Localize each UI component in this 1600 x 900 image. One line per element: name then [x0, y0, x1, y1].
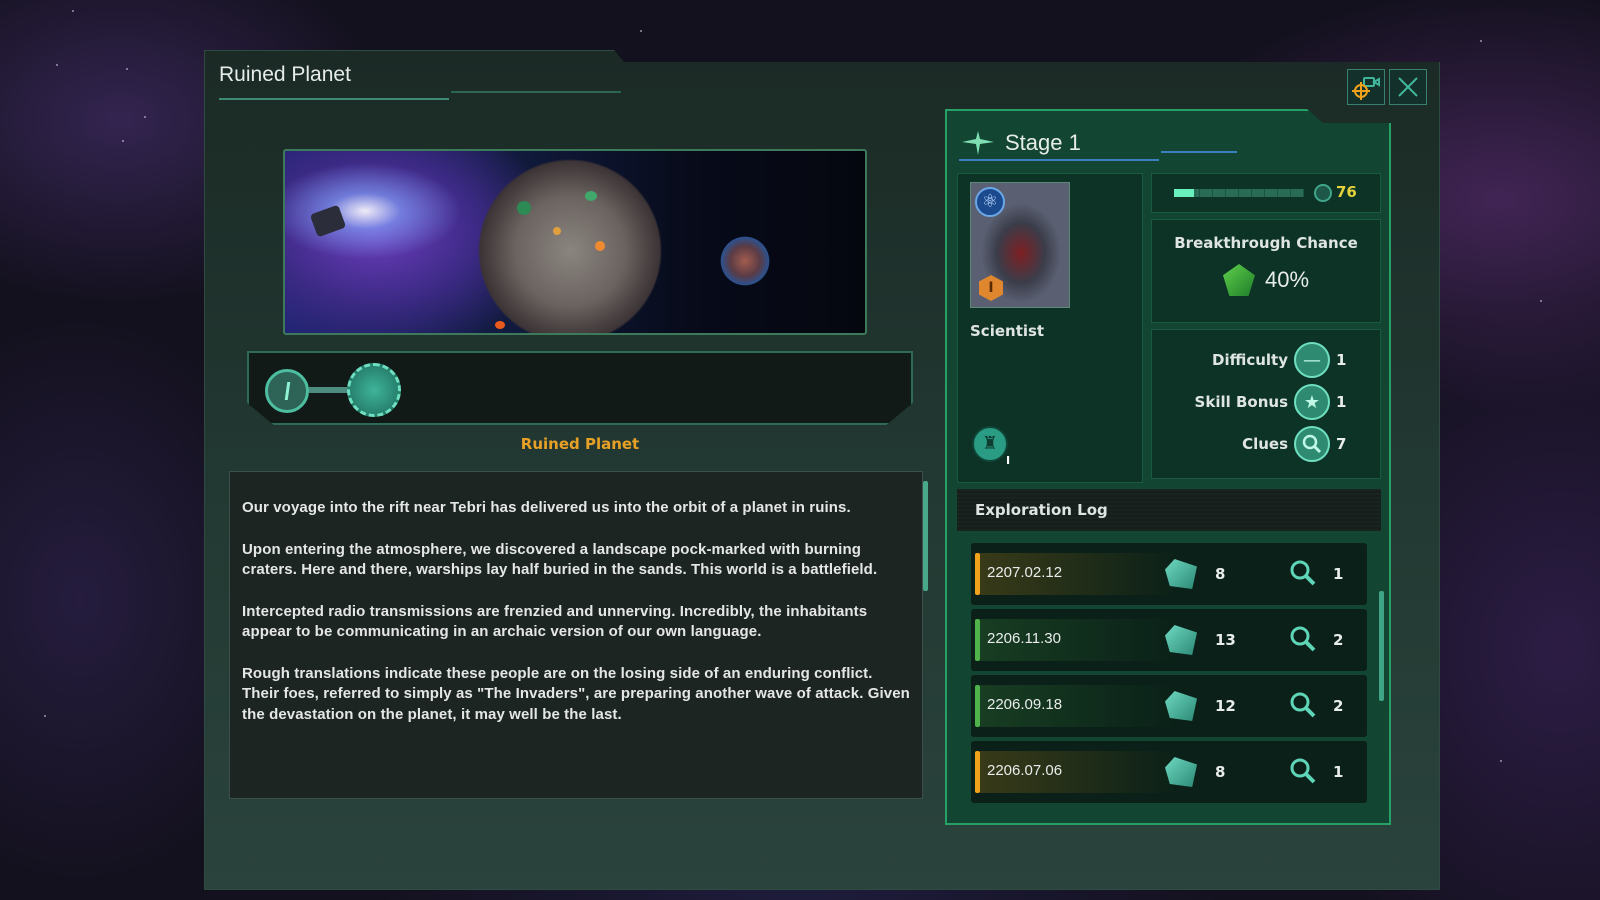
title-underline [219, 98, 449, 100]
log-entry[interactable]: 2206.11.30 13 2 [971, 609, 1367, 671]
magnifier-icon [1290, 758, 1316, 784]
log-points: 13 [1215, 631, 1236, 649]
exploration-log-header: Exploration Log [957, 489, 1381, 531]
breakthrough-card: Breakthrough Chance 40% [1151, 219, 1381, 323]
project-window: Ruined Planet Ruined Planet Our voyage i… [204, 50, 1440, 890]
log-points: 8 [1215, 565, 1226, 583]
log-date: 2207.02.12 [987, 564, 1063, 581]
star-icon: ★ [1294, 384, 1330, 420]
stat-skill-bonus: Skill Bonus ★ 1 [1195, 384, 1348, 420]
crater [585, 191, 597, 201]
crater [517, 201, 531, 215]
description-paragraph: Intercepted radio transmissions are fren… [242, 602, 868, 641]
description-panel[interactable]: Our voyage into the rift near Tebri has … [229, 471, 923, 799]
log-entry[interactable]: 2206.07.06 8 1 [971, 741, 1367, 803]
project-name: Ruined Planet [520, 435, 640, 453]
stage-underline [959, 159, 1159, 161]
days-remaining: 76 [1336, 183, 1357, 201]
stat-value: 7 [1336, 435, 1347, 453]
stats-card: Difficulty — 1 Skill Bonus ★ 1 Clues 7 [1151, 329, 1381, 479]
stat-difficulty: Difficulty — 1 [1212, 342, 1348, 378]
log-points: 12 [1215, 697, 1236, 715]
magnifier-icon [1290, 560, 1316, 586]
log-date: 2206.07.06 [987, 762, 1063, 779]
star [122, 140, 124, 142]
dice-icon [1222, 264, 1255, 296]
star [1500, 760, 1502, 762]
log-clues: 1 [1333, 565, 1344, 583]
stage-title: Stage 1 [1005, 130, 1081, 155]
leader-trait-icon[interactable]: ♜ [972, 426, 1008, 462]
leader-card[interactable]: ⚛ I Scientist ♜ I [957, 173, 1143, 483]
breakthrough-label: Breakthrough Chance [1174, 234, 1358, 252]
log-entry[interactable]: 2207.02.12 8 1 [971, 543, 1367, 605]
leader-portrait[interactable]: ⚛ I [970, 182, 1070, 308]
star [1540, 300, 1542, 302]
stage-panel: Stage 1 ⚛ I Scientist ♜ I 76 Breakthroug… [945, 109, 1391, 825]
magnifier-icon [1294, 426, 1330, 462]
stat-label: Difficulty [1212, 351, 1288, 369]
magnifier-icon [1290, 626, 1316, 652]
stat-label: Clues [1242, 435, 1288, 453]
progress-bar [1174, 189, 1304, 197]
crater [595, 241, 605, 251]
log-clues: 2 [1333, 631, 1344, 649]
log-date: 2206.09.18 [987, 696, 1063, 713]
log-date: 2206.11.30 [987, 630, 1061, 647]
stat-value: 1 [1336, 393, 1347, 411]
star [72, 10, 74, 12]
star [44, 715, 46, 717]
magnifier-icon [1290, 692, 1316, 718]
log-scrollbar[interactable] [1379, 591, 1384, 701]
close-icon [1398, 77, 1418, 97]
stat-value: 1 [1336, 351, 1347, 369]
star [126, 68, 128, 70]
stage-header: Stage 1 [961, 123, 1081, 163]
stage-node-completed[interactable] [265, 369, 309, 413]
window-title: Ruined Planet [219, 63, 351, 86]
description-paragraph: Our voyage into the rift near Tebri has … [242, 499, 851, 516]
star [56, 64, 58, 66]
log-clues: 1 [1333, 763, 1344, 781]
stat-clues: Clues 7 [1242, 426, 1348, 462]
description-scrollbar[interactable] [923, 481, 928, 591]
log-clues: 2 [1333, 697, 1344, 715]
clock-icon [1314, 184, 1332, 202]
asteroid [309, 204, 347, 238]
star [640, 30, 642, 32]
stage-underline-ext [1161, 151, 1237, 153]
archaeology-icon [962, 131, 994, 155]
stage-node-link [309, 387, 351, 393]
star [144, 116, 146, 118]
title-bar: Ruined Planet [219, 63, 621, 103]
exploration-log-list[interactable]: 2207.02.12 8 1 2206.11.30 13 2 2206.09.1… [957, 543, 1381, 807]
close-button[interactable] [1389, 69, 1427, 105]
stage-progress: 76 [1151, 173, 1381, 213]
description-paragraph: Upon entering the atmosphere, we discove… [242, 540, 878, 579]
log-points: 8 [1215, 763, 1226, 781]
stage-node-current[interactable] [347, 363, 401, 417]
title-underline-ext [451, 91, 621, 93]
scientist-class-icon: ⚛ [975, 187, 1005, 217]
crater [495, 321, 505, 329]
description-paragraph: Rough translations indicate these people… [242, 664, 910, 723]
stat-label: Skill Bonus [1194, 393, 1288, 411]
project-illustration [283, 149, 867, 335]
crater [553, 227, 561, 235]
camera-target-icon [1352, 77, 1380, 100]
log-entry[interactable]: 2206.09.18 12 2 [971, 675, 1367, 737]
leader-class: Scientist [970, 322, 1045, 340]
leader-level-badge: I [979, 275, 1003, 301]
locate-button[interactable] [1347, 69, 1385, 105]
breakthrough-value: 40% [1264, 267, 1310, 292]
difficulty-icon: — [1294, 342, 1330, 378]
star [1480, 40, 1482, 42]
leader-trait-rank: I [1006, 454, 1011, 467]
progress-fill [1174, 189, 1194, 197]
